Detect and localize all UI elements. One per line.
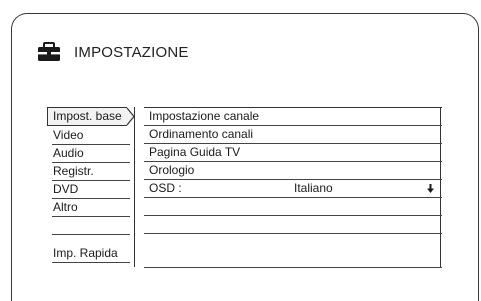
option-label: Orologio (149, 163, 195, 177)
option-empty-row (144, 197, 442, 215)
option-empty-row (144, 215, 442, 233)
menu-item-audio[interactable]: Audio (47, 144, 131, 163)
option-ordinamento-canali[interactable]: Ordinamento canali (144, 125, 442, 143)
menu-item-label: Registr. (53, 164, 94, 178)
option-orologio[interactable]: Orologio (144, 161, 442, 179)
setup-header: IMPOSTAZIONE (37, 40, 189, 64)
options-grid: Impostazione canale Ordinamento canali P… (134, 107, 442, 268)
option-label: OSD : (149, 181, 182, 195)
option-osd-select[interactable]: OSD : Italiano (144, 179, 442, 197)
menu-item-label: Altro (53, 200, 78, 214)
option-empty-row (144, 233, 442, 251)
option-pagina-guida-tv[interactable]: Pagina Guida TV (144, 143, 442, 161)
option-label: Impostazione canale (149, 109, 260, 123)
menu-item-label: DVD (53, 182, 79, 196)
menu-item-dvd[interactable]: DVD (47, 180, 131, 199)
menu-item-label: Audio (53, 146, 84, 160)
menu-divider (52, 262, 130, 263)
option-label: Pagina Guida TV (149, 145, 241, 159)
menu-divider (52, 234, 130, 235)
option-label: Ordinamento canali (149, 127, 254, 141)
osd-value: Italiano (294, 181, 333, 195)
grid-bottom-line (144, 267, 442, 268)
toolbox-icon (38, 42, 60, 61)
page-title: IMPOSTAZIONE (74, 43, 189, 61)
option-impostazione-canale[interactable]: Impostazione canale (144, 107, 442, 125)
menu-item-video[interactable]: Video (47, 126, 131, 145)
menu-item-registr[interactable]: Registr. (47, 162, 131, 181)
menu-item-label: Imp. Rapida (53, 246, 118, 260)
menu-item-label: Impost. base (53, 109, 122, 123)
menu-item-label: Video (53, 128, 84, 142)
menu-item-impost-base[interactable]: Impost. base (47, 107, 127, 126)
menu-item-empty (47, 216, 131, 235)
menu-item-imp-rapida[interactable]: Imp. Rapida (47, 244, 131, 263)
arrow-down-icon[interactable] (427, 184, 434, 193)
menu-item-altro[interactable]: Altro (47, 198, 131, 217)
